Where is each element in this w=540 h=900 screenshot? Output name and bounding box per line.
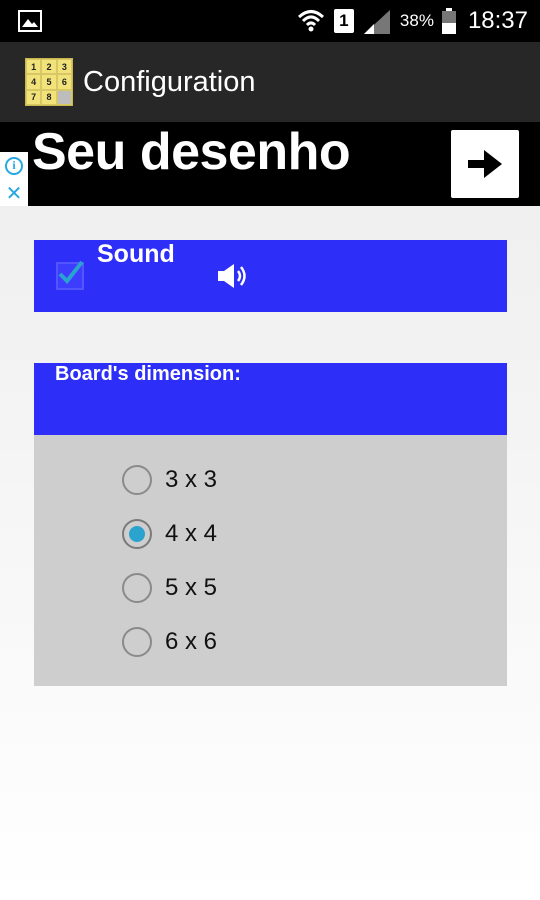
board-dimension-options: 3 x 3 4 x 4 5 x 5 6 x 6 (34, 435, 507, 686)
radio-label[interactable]: 4 x 4 (165, 520, 217, 548)
sound-checkbox[interactable] (56, 260, 84, 290)
clock: 18:37 (467, 7, 528, 34)
close-icon[interactable]: ✕ (6, 183, 23, 203)
status-bar: 1 38% 18:37 (0, 0, 540, 42)
ad-open-button[interactable] (451, 130, 519, 198)
radio-button[interactable] (122, 573, 152, 603)
sound-label[interactable]: Sound (97, 240, 175, 312)
arrow-right-icon (468, 150, 502, 178)
radio-label[interactable]: 6 x 6 (165, 628, 217, 656)
radio-button[interactable] (122, 627, 152, 657)
ad-headline[interactable]: Seu desenho (32, 122, 351, 206)
radio-option-6x6[interactable]: 6 x 6 (122, 622, 217, 662)
radio-button[interactable] (122, 465, 152, 495)
board-dimension-header: Board's dimension: (34, 363, 507, 435)
battery-percent: 38% (399, 11, 434, 30)
radio-option-4x4[interactable]: 4 x 4 (122, 514, 217, 554)
app-logo-icon: 1 2 3 4 5 6 7 8 (25, 58, 73, 106)
radio-label[interactable]: 5 x 5 (165, 574, 217, 602)
signal-strength-icon (363, 10, 390, 34)
gallery-notification-icon (18, 10, 42, 32)
radio-button-selected[interactable] (122, 519, 152, 549)
ad-choices-badge[interactable]: i ✕ (0, 152, 28, 206)
page-title: Configuration (83, 66, 256, 98)
checkmark-icon (58, 260, 84, 285)
wifi-icon (297, 10, 324, 32)
sim-slot-badge: 1 (333, 9, 354, 33)
sound-setting[interactable]: Sound (34, 240, 507, 312)
info-icon[interactable]: i (5, 156, 23, 175)
speaker-icon (218, 264, 246, 288)
radio-label[interactable]: 3 x 3 (165, 466, 217, 494)
ad-banner[interactable]: i ✕ Seu desenho (0, 122, 540, 206)
radio-option-5x5[interactable]: 5 x 5 (122, 568, 217, 608)
battery-icon (441, 8, 456, 34)
radio-option-3x3[interactable]: 3 x 3 (122, 460, 217, 500)
board-dimension-label: Board's dimension: (55, 363, 241, 385)
action-bar: 1 2 3 4 5 6 7 8 Configuration (0, 42, 540, 122)
